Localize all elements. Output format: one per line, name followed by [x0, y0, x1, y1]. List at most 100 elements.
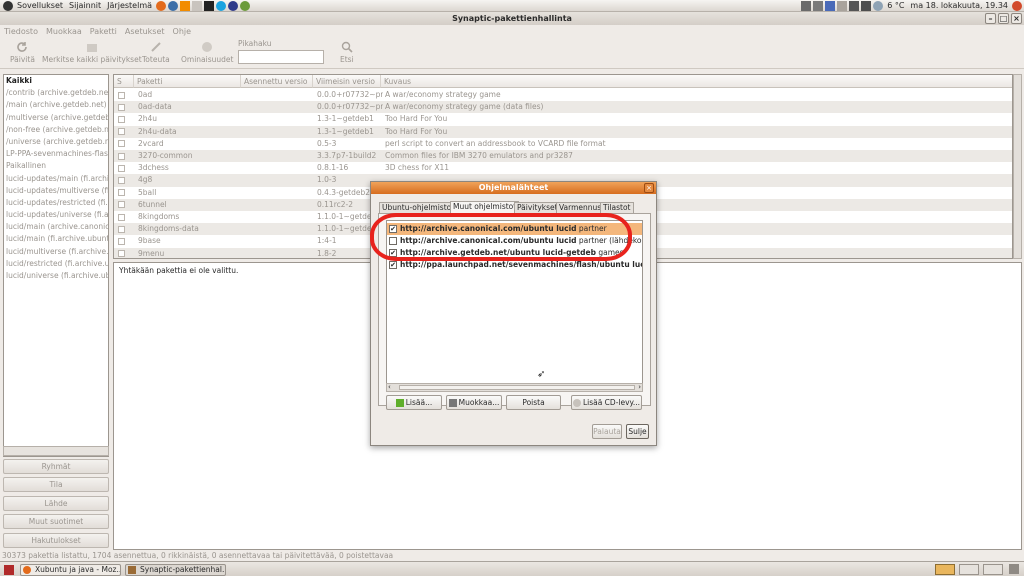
package-checkbox[interactable]	[118, 152, 125, 160]
table-row[interactable]: 0ad 0.0.0+r07732~pre-A war/economy strate…	[114, 89, 1012, 101]
list-item[interactable]: lucid/main (archive.canonical	[4, 221, 108, 233]
package-checkbox[interactable]	[118, 103, 125, 111]
list-item[interactable]: lucid-updates/multiverse (fi.archive	[4, 185, 108, 197]
package-list-scrollbar[interactable]	[1013, 74, 1022, 259]
package-checkbox[interactable]	[118, 140, 125, 148]
list-item[interactable]: /non-free (archive.getdeb.net)	[4, 124, 108, 136]
tab-authentication[interactable]: Varmennus	[556, 202, 605, 213]
thunderbird-icon[interactable]	[168, 0, 179, 11]
dialog-close-button[interactable]: ×	[644, 183, 654, 193]
list-item[interactable]: Kaikki	[4, 75, 108, 87]
status-button[interactable]: Tila	[3, 477, 109, 492]
table-row[interactable]: 3270-common 3.3.7p7-1build2 Common files f…	[114, 150, 1012, 163]
vlc-icon[interactable]	[180, 0, 191, 11]
package-checkbox[interactable]	[118, 128, 125, 136]
minimize-button[interactable]: –	[985, 13, 996, 24]
scroll-thumb[interactable]	[399, 385, 635, 390]
workspace-icon[interactable]	[983, 564, 1003, 575]
mark-all-upgrades-button[interactable]: Merkitse kaikki päivitykset	[42, 41, 142, 64]
task-synaptic[interactable]: Synaptic-pakettienhal...	[125, 564, 226, 576]
close-dialog-button[interactable]: Sulje	[626, 424, 649, 439]
menu-edit[interactable]: Muokkaa	[42, 27, 86, 36]
list-item[interactable]: lucid-updates/universe (fi.archive	[4, 209, 108, 221]
maximize-button[interactable]: □	[998, 13, 1009, 24]
column-header-description[interactable]: Kuvaus	[381, 75, 1012, 88]
package-checkbox[interactable]	[118, 164, 125, 172]
source-item[interactable]: http://archive.canonical.com/ubuntu luci…	[387, 235, 642, 247]
list-item[interactable]: lucid-updates/restricted (fi.archive	[4, 197, 108, 209]
package-checkbox[interactable]	[118, 201, 125, 209]
package-checkbox[interactable]	[118, 91, 125, 99]
tab-statistics[interactable]: Tilastot	[600, 202, 634, 213]
menu-package[interactable]: Paketti	[86, 27, 121, 36]
window-titlebar[interactable]: Synaptic-pakettienhallinta – □ ×	[0, 12, 1024, 25]
package-checkbox[interactable]	[118, 176, 125, 184]
source-checkbox[interactable]: ✔	[389, 249, 397, 257]
dialog-title[interactable]: Ohjelmalähteet	[371, 182, 656, 194]
scroll-right-icon[interactable]: ›	[638, 383, 641, 391]
package-checkbox[interactable]	[118, 237, 125, 245]
list-item[interactable]: LP-PPA-sevenmachines-flash/lucid	[4, 148, 108, 160]
package-checkbox[interactable]	[118, 213, 125, 221]
text-editor-icon[interactable]	[192, 0, 203, 11]
column-header-installed[interactable]: Asennettu versio	[241, 75, 313, 88]
tools-icon[interactable]	[813, 0, 824, 11]
list-item[interactable]: /main (archive.getdeb.net)	[4, 99, 108, 111]
temperature[interactable]: 6 °C	[884, 1, 907, 10]
package-checkbox[interactable]	[118, 115, 125, 123]
source-checkbox[interactable]: ✔	[389, 261, 397, 269]
revert-button[interactable]: Palauta	[592, 424, 622, 439]
system-menu[interactable]: Järjestelmä	[104, 1, 155, 10]
close-window-button[interactable]: ×	[1011, 13, 1022, 24]
package-checkbox[interactable]	[118, 225, 125, 233]
category-list-scrollbar[interactable]	[3, 446, 109, 456]
source-item[interactable]: ✔ http://ppa.launchpad.net/sevenmachines…	[387, 259, 642, 271]
sections-button[interactable]: Ryhmät	[3, 459, 109, 474]
menu-help[interactable]: Ohje	[169, 27, 196, 36]
tab-ubuntu-software[interactable]: Ubuntu-ohjelmistot	[379, 202, 458, 213]
menu-file[interactable]: Tiedosto	[0, 27, 42, 36]
skype-icon[interactable]	[216, 0, 227, 11]
properties-button[interactable]: Ominaisuudet	[181, 41, 233, 64]
clock[interactable]: ma 18. lokakuuta, 19.34	[907, 1, 1011, 10]
list-item[interactable]: /contrib (archive.getdeb.net)	[4, 87, 108, 99]
list-item[interactable]: lucid/main (fi.archive.ubuntu	[4, 233, 108, 245]
task-firefox[interactable]: Xubuntu ja java - Moz...	[20, 564, 121, 576]
list-item[interactable]: Paikallinen	[4, 160, 108, 172]
terminal-icon[interactable]	[204, 0, 215, 11]
media-player-icon[interactable]	[228, 0, 239, 11]
custom-filters-button[interactable]: Muut suotimet	[3, 514, 109, 529]
source-list[interactable]: ✔ http://archive.canonical.com/ubuntu lu…	[386, 220, 643, 386]
origin-button[interactable]: Lähde	[3, 496, 109, 511]
column-header-latest[interactable]: Viimeisin versio	[313, 75, 381, 88]
list-item[interactable]: lucid/multiverse (fi.archive.ubuntu	[4, 246, 108, 258]
reload-button[interactable]: Päivitä	[10, 41, 35, 64]
power-icon[interactable]	[1012, 0, 1022, 11]
applications-menu[interactable]: Sovellukset	[14, 1, 66, 10]
scroll-left-icon[interactable]: ‹	[388, 383, 391, 391]
source-item[interactable]: ✔ http://archive.getdeb.net/ubuntu lucid…	[387, 247, 642, 259]
list-item[interactable]: /universe (archive.getdeb.net)	[4, 136, 108, 148]
add-source-button[interactable]: Lisää...	[386, 395, 442, 410]
tab-updates[interactable]: Päivitykset	[514, 202, 561, 213]
search-button[interactable]: Etsi	[340, 41, 354, 64]
source-list-hscrollbar[interactable]: ‹ ›	[386, 383, 643, 392]
apply-button[interactable]: Toteuta	[142, 41, 170, 64]
source-item[interactable]: ✔ http://archive.canonical.com/ubuntu lu…	[387, 223, 642, 235]
chat-icon[interactable]	[240, 0, 251, 11]
mail-icon[interactable]	[837, 0, 848, 11]
list-item[interactable]: lucid/restricted (fi.archive.ubuntu	[4, 258, 108, 270]
show-desktop-icon[interactable]	[4, 565, 14, 575]
places-menu[interactable]: Sijainnit	[66, 1, 104, 10]
list-item[interactable]: /multiverse (archive.getdeb.net)	[4, 112, 108, 124]
edit-source-button[interactable]: Muokkaa...	[446, 395, 502, 410]
package-checkbox[interactable]	[118, 250, 125, 258]
table-row[interactable]: 2vcard 0.5-3 perl script to convert an add…	[114, 138, 1012, 150]
category-list[interactable]: Kaikki /contrib (archive.getdeb.net) /ma…	[3, 74, 109, 457]
bluetooth-icon[interactable]	[825, 0, 836, 11]
table-row[interactable]: 2h4u-data 1.3-1~getdeb1 Too Hard For You	[114, 125, 1012, 138]
table-row[interactable]: 3dchess 0.8.1-16 3D chess for X11	[114, 162, 1012, 174]
workspace-icon[interactable]	[959, 564, 979, 575]
menu-settings[interactable]: Asetukset	[121, 27, 169, 36]
search-results-button[interactable]: Hakutulokset	[3, 533, 109, 548]
